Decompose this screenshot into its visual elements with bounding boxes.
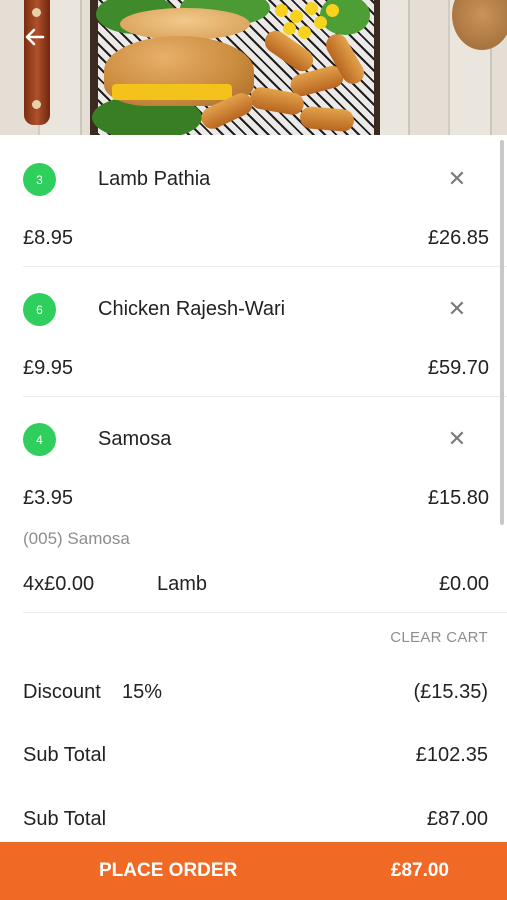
discount-percent: 15% (122, 681, 163, 703)
place-order-button[interactable]: PLACE ORDER £87.00 (0, 842, 507, 900)
close-icon: ✕ (447, 166, 467, 191)
item-name: Samosa (98, 428, 172, 450)
cart-item: 6 Chicken Rajesh-Wari ✕ £9.95 £59.70 (23, 293, 489, 393)
divider (23, 396, 507, 397)
arrow-left-icon (23, 25, 47, 54)
discount-value: (£15.35) (413, 681, 489, 703)
modifier-qty-price: 4x£0.00 (23, 573, 95, 595)
unit-price: £9.95 (23, 357, 74, 379)
line-total: £26.85 (427, 227, 489, 249)
item-name: Lamb Pathia (98, 168, 211, 190)
discount-label: Discount (23, 681, 101, 703)
subtotal-after-discount-label: Sub Total (23, 808, 107, 830)
cart-list[interactable]: 3 Lamb Pathia ✕ £8.95 £26.85 6 Chicken R… (0, 135, 507, 842)
header-food-image (0, 0, 507, 135)
place-order-label: PLACE ORDER (99, 860, 238, 881)
line-total: £15.80 (427, 487, 489, 509)
unit-price: £3.95 (23, 487, 74, 509)
divider (23, 612, 507, 613)
close-icon: ✕ (447, 296, 467, 321)
scrollbar[interactable] (500, 140, 504, 525)
modifier-title: (005) Samosa (23, 529, 130, 548)
divider (23, 266, 507, 267)
subtotal-label: Sub Total (23, 744, 107, 766)
clear-cart-button[interactable]: CLEAR CART (390, 629, 488, 646)
remove-item-button[interactable]: ✕ (445, 166, 469, 191)
line-total: £59.70 (427, 357, 489, 379)
subtotal-after-discount-value: £87.00 (426, 808, 488, 830)
back-button[interactable] (18, 22, 52, 56)
quantity-badge: 4 (23, 423, 56, 456)
quantity-badge: 3 (23, 163, 56, 196)
unit-price: £8.95 (23, 227, 74, 249)
order-total: £87.00 (390, 860, 449, 881)
close-icon: ✕ (447, 426, 467, 451)
item-name: Chicken Rajesh-Wari (98, 298, 286, 320)
subtotal-value: £102.35 (415, 744, 488, 766)
quantity-badge: 6 (23, 293, 56, 326)
modifier-name: Lamb (157, 573, 208, 595)
modifier-price: £0.00 (438, 573, 489, 595)
remove-item-button[interactable]: ✕ (445, 296, 469, 321)
cart-item: 4 Samosa ✕ £3.95 £15.80 (23, 423, 489, 523)
remove-item-button[interactable]: ✕ (445, 426, 469, 451)
cart-item: 3 Lamb Pathia ✕ £8.95 £26.85 (23, 163, 489, 263)
